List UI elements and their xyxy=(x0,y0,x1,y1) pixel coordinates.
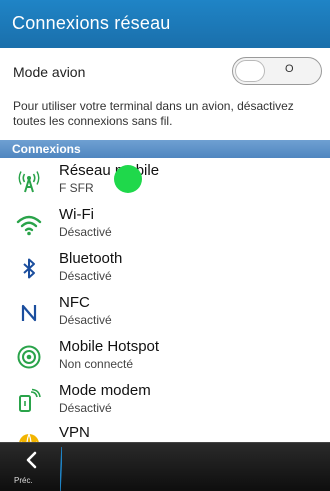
item-title: Wi-Fi xyxy=(59,206,94,223)
bar-divider xyxy=(60,447,62,491)
touch-indicator xyxy=(114,165,142,193)
item-title: NFC xyxy=(59,294,90,311)
airplane-mode-label: Mode avion xyxy=(13,64,86,80)
bottom-action-bar: Préc. xyxy=(0,442,330,491)
item-subtitle: Désactivé xyxy=(59,401,112,415)
airplane-mode-hint: Pour utiliser votre terminal dans un avi… xyxy=(13,99,294,128)
airplane-mode-row: Mode avion O xyxy=(0,54,330,92)
list-item-bluetooth[interactable]: Bluetooth Désactivé xyxy=(0,248,330,290)
tethering-icon xyxy=(16,388,42,414)
list-item-tethering[interactable]: Mode modem Désactivé xyxy=(0,380,330,422)
item-title: VPN xyxy=(59,424,90,441)
section-label: Connexions xyxy=(12,142,81,156)
bluetooth-icon xyxy=(16,256,42,282)
item-title: Bluetooth xyxy=(59,250,123,267)
title-bar: Connexions réseau xyxy=(0,0,330,48)
section-header-connexions: Connexions xyxy=(0,140,330,158)
connections-list: Réseau mobile F SFR Wi-Fi Désactivé Blue… xyxy=(0,160,330,442)
item-subtitle: Désactivé xyxy=(59,225,112,239)
back-label: Préc. xyxy=(14,476,33,485)
list-item-nfc[interactable]: NFC Désactivé xyxy=(0,292,330,334)
hotspot-icon xyxy=(16,344,42,370)
list-item-mobile-hotspot[interactable]: Mobile Hotspot Non connecté xyxy=(0,336,330,378)
item-subtitle: F SFR xyxy=(59,181,94,195)
toggle-knob[interactable] xyxy=(235,60,265,82)
list-item-vpn[interactable]: VPN xyxy=(0,422,330,442)
back-button[interactable]: Préc. xyxy=(0,443,60,491)
wifi-icon xyxy=(16,212,42,238)
toggle-state-label: O xyxy=(285,63,294,75)
item-title: Mobile Hotspot xyxy=(59,338,160,355)
item-subtitle: Désactivé xyxy=(59,313,112,327)
cellular-antenna-icon xyxy=(16,168,42,194)
item-subtitle: Non connecté xyxy=(59,357,134,371)
item-title: Mode modem xyxy=(59,382,151,399)
vpn-icon xyxy=(16,430,42,442)
airplane-mode-toggle[interactable]: O xyxy=(232,57,322,85)
item-subtitle: Désactivé xyxy=(59,269,112,283)
page-title: Connexions réseau xyxy=(12,13,171,33)
list-item-wifi[interactable]: Wi-Fi Désactivé xyxy=(0,204,330,246)
item-title: Réseau mobile xyxy=(59,162,160,179)
chevron-left-icon xyxy=(26,451,37,469)
list-item-mobile-network[interactable]: Réseau mobile F SFR xyxy=(0,160,330,202)
nfc-icon xyxy=(16,300,42,326)
